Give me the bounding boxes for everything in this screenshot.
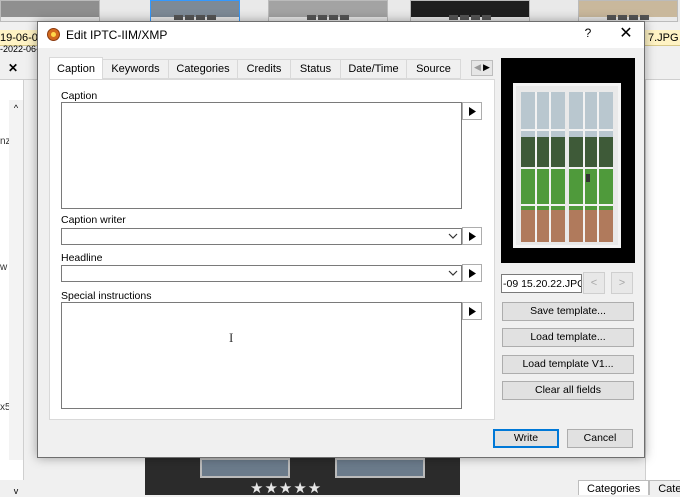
scroll-up-icon[interactable]: ^ [10,102,22,114]
title-bar[interactable]: Edit IPTC-IIM/XMP ? ✕ [38,22,644,48]
write-button[interactable]: Write [493,429,559,448]
preview-door [513,83,621,248]
play-icon [469,107,476,116]
preview-filename[interactable]: -09 15.20.22.JPG [501,274,582,293]
scrollbar[interactable]: ^ v [9,100,23,496]
caption-label: Caption [61,90,98,102]
load-template-button[interactable]: Load template... [502,328,634,347]
help-button[interactable]: ? [579,26,597,44]
right-panel [645,80,680,480]
image-preview [501,58,635,263]
prev-image-button[interactable]: < [583,272,605,294]
thumbnail[interactable] [268,0,388,22]
play-icon [469,232,476,241]
special-instructions-insert-button[interactable] [462,302,482,320]
tab-scroll-right-icon[interactable]: ▶ [483,62,490,73]
date-fragment-2: -2022-06- [0,44,40,54]
dialog-title: Edit IPTC-IIM/XMP [66,28,168,42]
thumbnail[interactable] [150,0,240,22]
headline-combo[interactable] [61,265,462,282]
load-template-v1-button[interactable]: Load template V1... [502,355,634,374]
scroll-down-icon[interactable]: v [10,485,22,497]
next-image-button[interactable]: > [611,272,633,294]
clear-all-fields-button[interactable]: Clear all fields [502,381,634,400]
tab-bar: Caption Keywords Categories Credits Stat… [49,57,461,79]
tab-scroll-left-icon[interactable]: ◀ [474,62,481,73]
tab-credits[interactable]: Credits [238,59,291,79]
special-instructions-textarea[interactable] [61,302,462,409]
tab-caption[interactable]: Caption [49,57,103,79]
thumbnail[interactable] [410,0,530,22]
tab-categories[interactable]: Categories [169,59,238,79]
bottom-tabs: Categories Cate [578,480,680,495]
thumbnail-strip [0,0,680,22]
close-icon[interactable]: ✕ [8,61,18,75]
tab-source[interactable]: Source [407,59,461,79]
thumbnail[interactable] [0,0,100,22]
rating-stars-icon[interactable]: ★★★★★ [250,479,322,497]
text-fragment: w [0,262,8,273]
caption-writer-insert-button[interactable] [462,227,482,245]
caption-writer-combo[interactable] [61,228,462,245]
chevron-down-icon[interactable] [446,267,460,280]
special-instructions-label: Special instructions [61,290,152,302]
tab-date-time[interactable]: Date/Time [341,59,407,79]
caption-textarea[interactable] [61,102,462,209]
tab-categories-2[interactable]: Cate [649,480,680,495]
headline-insert-button[interactable] [462,264,482,282]
play-icon [469,269,476,278]
app-icon [47,28,60,41]
save-template-button[interactable]: Save template... [502,302,634,321]
chevron-down-icon[interactable] [446,230,460,243]
folder-panel: nz w x5 ^ v [0,80,24,496]
close-button[interactable]: ✕ [616,25,636,45]
edit-iptc-dialog: Edit IPTC-IIM/XMP ? ✕ Caption Keywords C… [37,21,645,458]
tab-scroll: ◀ ▶ [471,60,493,76]
headline-label: Headline [61,252,103,264]
caption-panel: Caption Caption writer Headline Special … [49,79,495,420]
caption-writer-label: Caption writer [61,214,126,226]
thumbnail[interactable] [578,0,678,22]
tab-categories[interactable]: Categories [578,480,650,495]
play-icon [469,307,476,316]
file-fragment: 7.JPG [648,32,679,44]
tab-keywords[interactable]: Keywords [103,59,169,79]
cancel-button[interactable]: Cancel [567,429,633,448]
tab-status[interactable]: Status [291,59,341,79]
caption-insert-button[interactable] [462,102,482,120]
text-cursor-icon: I [229,330,234,345]
